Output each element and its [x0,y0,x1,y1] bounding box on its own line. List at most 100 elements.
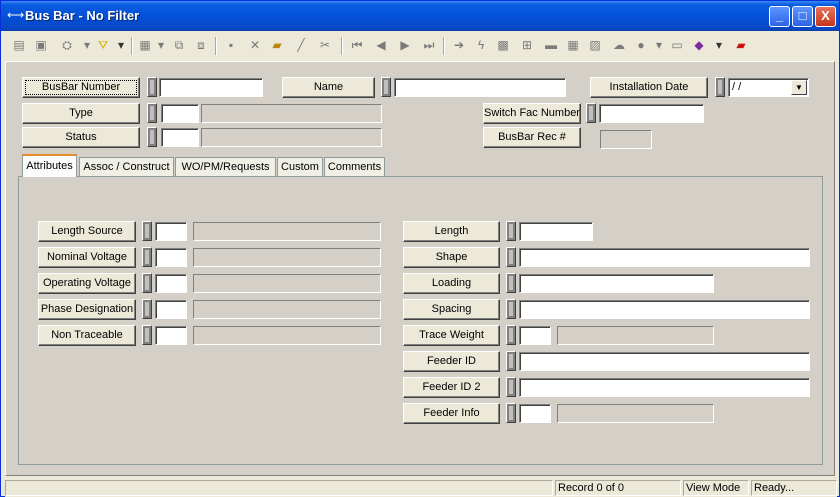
toolbar-separator [215,37,217,55]
type-button[interactable]: Type [22,103,140,124]
tab-comments[interactable]: Comments [324,157,385,176]
loading-input[interactable] [519,274,714,293]
busbar-rec-button[interactable]: BusBar Rec # [483,127,581,148]
installation-date-button[interactable]: Installation Date [590,77,708,98]
books-icon[interactable]: ▰ [267,35,287,56]
record-count: Record 0 of 0 [555,480,681,496]
cut-icon[interactable]: ✂ [315,35,335,56]
type-description [201,104,382,123]
tab-custom[interactable]: Custom [277,157,323,176]
toolbar-separator [443,37,445,55]
lock-icon[interactable]: ⛭ [57,35,77,56]
feeder-id-2-input[interactable] [519,378,810,397]
shape-input[interactable] [519,248,810,267]
status-indicator [147,127,157,147]
length-source-description [193,222,381,241]
title-bar[interactable]: ⟷ Bus Bar - No Filter _ □ X [1,1,839,31]
feeder-id-2-button[interactable]: Feeder ID 2 [403,377,500,398]
goto-icon[interactable]: ➔ [449,35,469,56]
name-input[interactable] [394,78,566,97]
nominal-voltage-description [193,248,381,267]
keyboard-icon[interactable]: ▭ [667,35,687,56]
toolbar: ▤ ▣ ⛭ ▾ ⛛ ▾ ▦ ▾ ⧉ ⧈ ▪ ✕ ▰ ╱ ✂ ⏮ ◀ ▶ ⏭ ➔ … [5,32,837,60]
operating-voltage-input[interactable] [155,274,187,293]
type-indicator [147,103,157,123]
window-title: Bus Bar - No Filter [25,8,140,23]
non-traceable-indicator [142,325,152,345]
tab-attributes[interactable]: Attributes [22,154,77,177]
feeder-id-input[interactable] [519,352,810,371]
operating-voltage-description [193,274,381,293]
loading-indicator [506,273,516,293]
shape-button[interactable]: Shape [403,247,500,268]
query-icon[interactable]: ▣ [31,35,51,56]
map-icon[interactable]: ▩ [493,35,513,56]
book-icon[interactable]: ◆ [689,35,709,56]
hierarchy-icon[interactable]: ⊞ [517,35,537,56]
calculator-icon[interactable]: ▦ [563,35,583,56]
chat-dropdown-icon[interactable]: ▾ [649,35,669,56]
trace-weight-input[interactable] [519,326,551,345]
type-input[interactable] [161,104,199,123]
trace-weight-button[interactable]: Trace Weight [403,325,500,346]
cloud-icon[interactable]: ☁ [609,35,629,56]
save-record-icon[interactable]: ▤ [9,35,29,56]
length-indicator [506,221,516,241]
status-button[interactable]: Status [22,127,140,148]
loading-button[interactable]: Loading [403,273,500,294]
tab-assoc-construct[interactable]: Assoc / Construct [79,157,174,176]
previous-record-icon[interactable]: ◀ [371,35,391,56]
lightning-icon[interactable]: ϟ [471,35,491,56]
status-message [5,480,553,496]
phase-designation-button[interactable]: Phase Designation [38,299,136,320]
switch-fac-number-input[interactable] [599,104,704,123]
nominal-voltage-button[interactable]: Nominal Voltage [38,247,136,268]
length-source-button[interactable]: Length Source [38,221,136,242]
busbar-number-input[interactable] [159,78,263,97]
filter-dropdown-icon[interactable]: ▾ [111,35,131,56]
next-record-icon[interactable]: ▶ [395,35,415,56]
status-description [201,128,382,147]
edit-icon[interactable]: ╱ [291,35,311,56]
paste-icon[interactable]: ⧈ [191,35,211,56]
feeder-id-button[interactable]: Feeder ID [403,351,500,372]
maximize-button[interactable]: □ [792,6,813,27]
exit-icon[interactable]: ▰ [731,35,751,56]
book-dropdown-icon[interactable]: ▾ [709,35,729,56]
minimize-button[interactable]: _ [769,6,790,27]
nominal-voltage-input[interactable] [155,248,187,267]
non-traceable-button[interactable]: Non Traceable [38,325,136,346]
feeder-info-input[interactable] [519,404,551,423]
spacing-button[interactable]: Spacing [403,299,500,320]
filter-icon[interactable]: ⛛ [93,35,113,56]
ready-state: Ready... [751,480,837,496]
date-dropdown-icon[interactable]: ▼ [791,80,807,95]
name-button[interactable]: Name [282,77,375,98]
length-button[interactable]: Length [403,221,500,242]
disk-icon[interactable]: ▪ [221,35,241,56]
first-record-icon[interactable]: ⏮ [347,35,367,56]
copy-icon[interactable]: ⧉ [169,35,189,56]
feeder-id-2-indicator [506,377,516,397]
close-button[interactable]: X [815,6,836,27]
status-input[interactable] [161,128,199,147]
busbar-number-button[interactable]: BusBar Number [22,77,140,98]
spacing-input[interactable] [519,300,810,319]
operating-voltage-button[interactable]: Operating Voltage [38,273,136,294]
switch-fac-number-button[interactable]: Switch Fac Number [483,103,581,124]
grid-icon[interactable]: ▬ [541,35,561,56]
length-source-input[interactable] [155,222,187,241]
tab-wo-pm-requests[interactable]: WO/PM/Requests [175,157,276,176]
chat-icon[interactable]: ● [631,35,651,56]
chart-icon[interactable]: ▨ [585,35,605,56]
length-input[interactable] [519,222,593,241]
phase-designation-input[interactable] [155,300,187,319]
busbar-number-indicator [147,77,157,97]
operating-voltage-indicator [142,273,152,293]
last-record-icon[interactable]: ⏭ [419,35,439,56]
report-dropdown-icon[interactable]: ▾ [151,35,171,56]
feeder-info-button[interactable]: Feeder Info [403,403,500,424]
busbar-icon: ⟷ [7,8,25,22]
non-traceable-input[interactable] [155,326,187,345]
delete-icon[interactable]: ✕ [245,35,265,56]
